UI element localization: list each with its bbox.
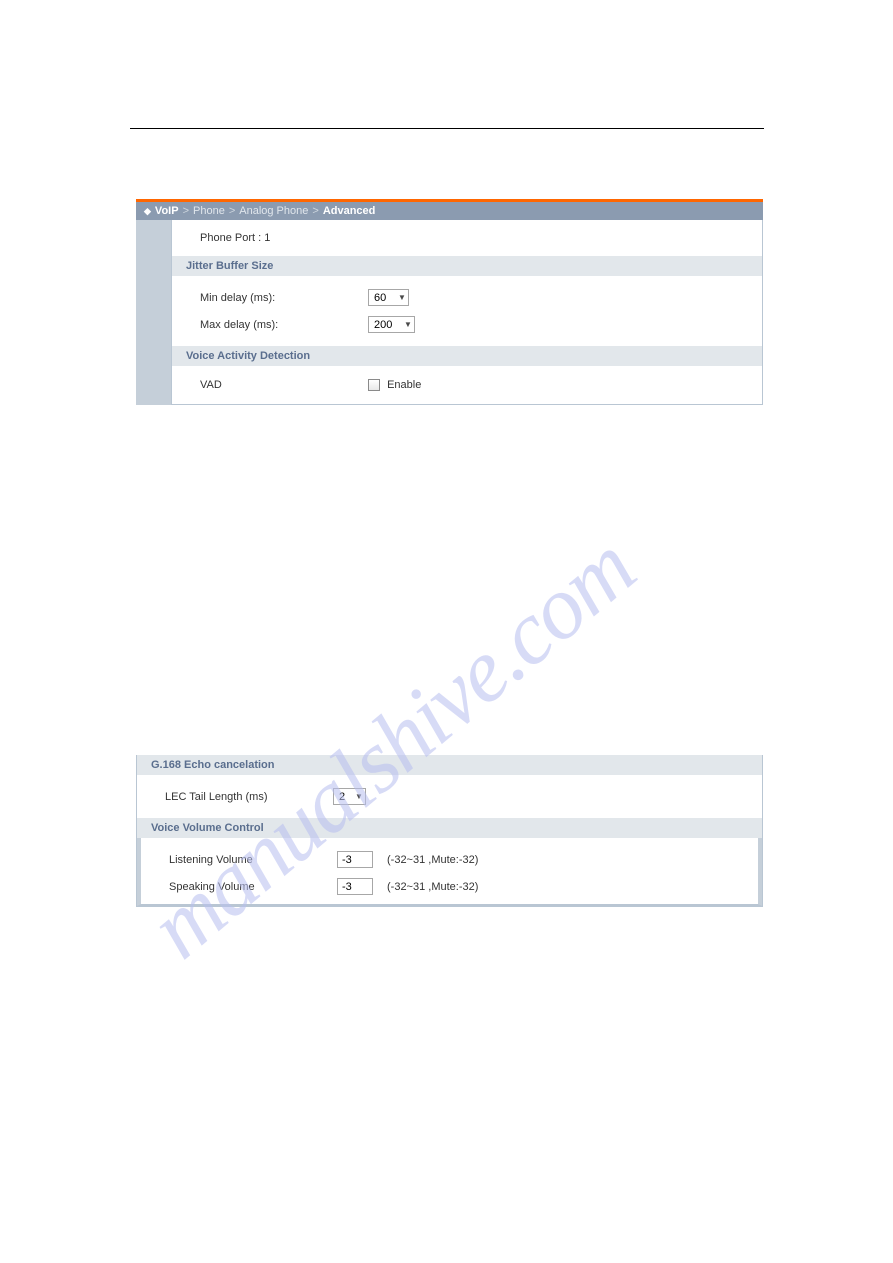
left-gutter: [136, 220, 171, 405]
vad-row: VAD Enable: [172, 374, 762, 396]
chevron-down-icon: ▼: [355, 792, 363, 801]
max-delay-dropdown[interactable]: 200 ▼: [368, 316, 415, 333]
echo-body: LEC Tail Length (ms) 2 ▼: [137, 775, 762, 818]
lec-dropdown[interactable]: 2 ▼: [333, 788, 366, 805]
listening-volume-hint: (-32~31 ,Mute:-32): [387, 854, 478, 866]
panel2-inner: G.168 Echo cancelation LEC Tail Length (…: [137, 755, 762, 906]
breadcrumb-seg-analog[interactable]: Analog Phone: [239, 205, 308, 217]
phone-port-row: Phone Port : 1: [172, 220, 762, 256]
min-delay-label: Min delay (ms):: [200, 292, 368, 304]
speaking-volume-row: Speaking Volume (-32~31 ,Mute:-32): [141, 873, 758, 900]
section-header-echo: G.168 Echo cancelation: [137, 755, 762, 775]
breadcrumb-icon: ◆: [144, 206, 151, 217]
listening-volume-input[interactable]: [337, 851, 373, 868]
section-header-volume: Voice Volume Control: [137, 818, 762, 838]
bottom-config-panel: G.168 Echo cancelation LEC Tail Length (…: [136, 755, 763, 907]
min-delay-row: Min delay (ms): 60 ▼: [172, 284, 762, 311]
breadcrumb-seg-voip[interactable]: VoIP: [155, 205, 179, 217]
max-delay-row: Max delay (ms): 200 ▼: [172, 311, 762, 338]
inner-panel: Phone Port : 1 Jitter Buffer Size Min de…: [171, 220, 763, 405]
min-delay-dropdown[interactable]: 60 ▼: [368, 289, 409, 306]
listening-volume-label: Listening Volume: [169, 854, 337, 866]
lec-label: LEC Tail Length (ms): [165, 791, 333, 803]
vad-checkbox-wrap: Enable: [368, 379, 421, 391]
section-header-jitter: Jitter Buffer Size: [172, 256, 762, 276]
speaking-volume-input[interactable]: [337, 878, 373, 895]
volume-body: Listening Volume (-32~31 ,Mute:-32) Spea…: [137, 838, 762, 906]
breadcrumb-seg-advanced: Advanced: [323, 205, 376, 217]
speaking-volume-hint: (-32~31 ,Mute:-32): [387, 881, 478, 893]
top-config-panel: ◆ VoIP > Phone > Analog Phone > Advanced…: [136, 199, 763, 405]
max-delay-value: 200: [374, 319, 400, 331]
lec-value: 2: [339, 791, 351, 803]
phone-port-label: Phone Port : 1: [200, 232, 270, 244]
max-delay-label: Max delay (ms):: [200, 319, 368, 331]
listening-volume-row: Listening Volume (-32~31 ,Mute:-32): [141, 846, 758, 873]
watermark-text: manualshive.com: [130, 516, 654, 979]
content-wrapper: Phone Port : 1 Jitter Buffer Size Min de…: [136, 220, 763, 405]
jitter-body: Min delay (ms): 60 ▼ Max delay (ms): 200…: [172, 276, 762, 346]
breadcrumb-sep: >: [183, 205, 189, 217]
breadcrumb-seg-phone[interactable]: Phone: [193, 205, 225, 217]
breadcrumb-sep: >: [229, 205, 235, 217]
breadcrumb-sep: >: [312, 205, 318, 217]
page-divider: [130, 128, 764, 129]
chevron-down-icon: ▼: [404, 320, 412, 329]
vad-enable-label: Enable: [387, 379, 421, 391]
vad-enable-checkbox[interactable]: [368, 379, 380, 391]
section-header-vad: Voice Activity Detection: [172, 346, 762, 366]
lec-row: LEC Tail Length (ms) 2 ▼: [137, 783, 762, 810]
breadcrumb: ◆ VoIP > Phone > Analog Phone > Advanced: [136, 202, 763, 220]
chevron-down-icon: ▼: [398, 293, 406, 302]
vad-body: VAD Enable: [172, 366, 762, 404]
vad-label: VAD: [200, 379, 368, 391]
min-delay-value: 60: [374, 292, 394, 304]
speaking-volume-label: Speaking Volume: [169, 881, 337, 893]
